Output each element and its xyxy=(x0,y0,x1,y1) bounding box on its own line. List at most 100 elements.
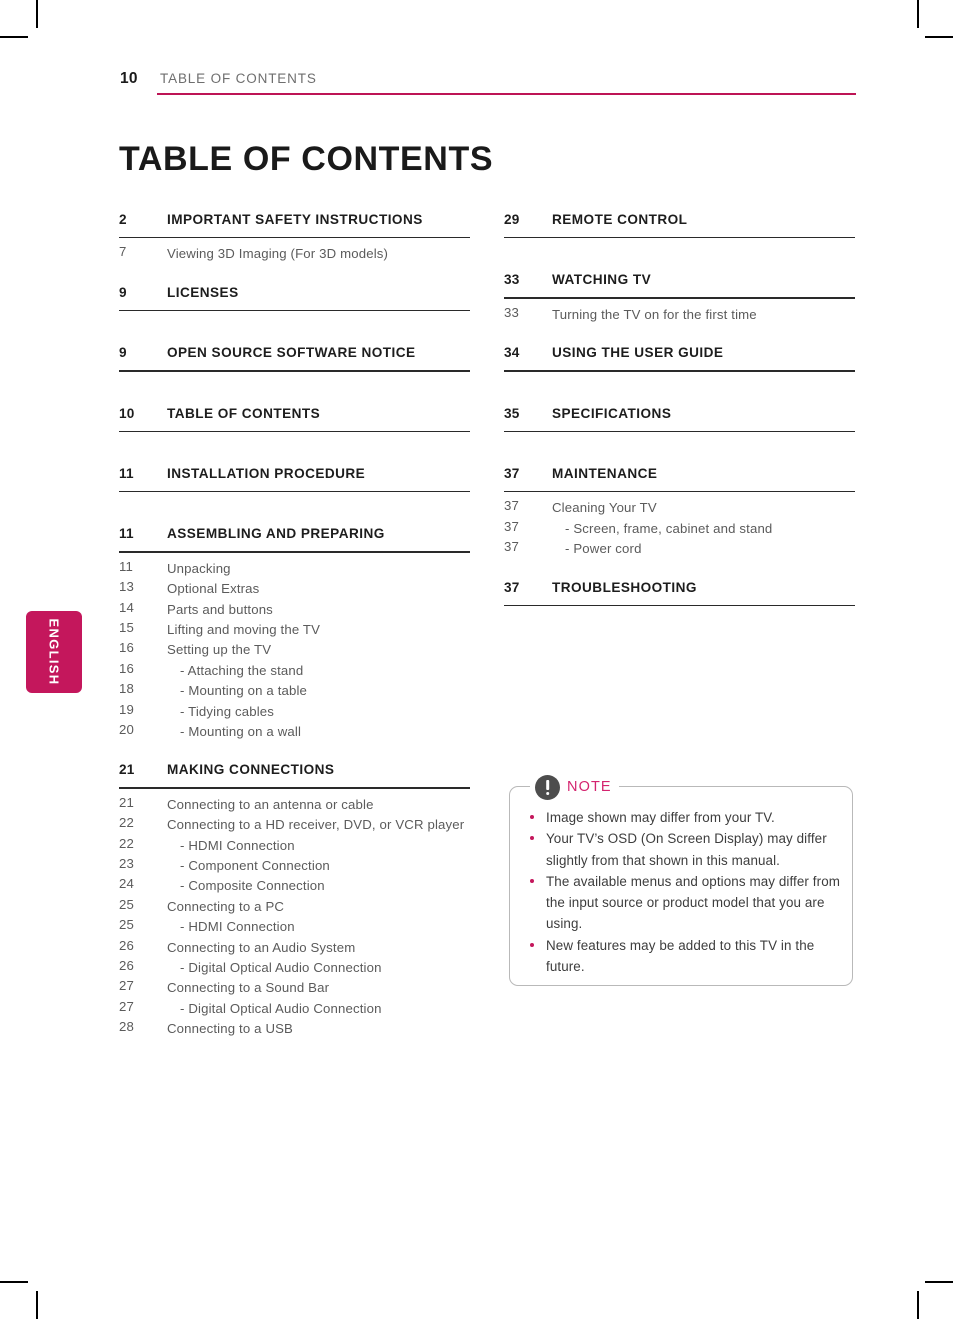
toc-section-heading[interactable]: 21 MAKING CONNECTIONS xyxy=(119,762,471,784)
toc-subitem-page: 22 xyxy=(119,835,135,851)
toc-subitem-label: - Power cord xyxy=(565,541,642,557)
bullet-icon xyxy=(530,815,535,820)
toc-section-label: INSTALLATION PROCEDURE xyxy=(167,465,366,481)
toc-section-page: 11 xyxy=(119,526,134,542)
toc-subitem[interactable]: 14 Parts and buttons xyxy=(119,600,471,620)
toc-column-right: 29 REMOTE CONTROL 33 WATCHING TV 33 Turning t… xyxy=(504,212,856,640)
page-number: 10 xyxy=(120,70,138,87)
toc-subitem[interactable]: 21 Connecting to an antenna or cable xyxy=(119,795,471,815)
note-header: NOTE xyxy=(530,772,619,802)
toc-subitem-label: - Digital Optical Audio Connection xyxy=(180,1000,382,1016)
toc-subitem[interactable]: 16 - Attaching the stand xyxy=(119,661,471,681)
toc-section: 11 INSTALLATION PROCEDURE xyxy=(119,466,471,526)
toc-subitem[interactable]: 11 Unpacking xyxy=(119,559,471,579)
toc-section-rule xyxy=(119,787,470,789)
toc-subitem-page: 15 xyxy=(119,619,135,635)
toc-section-heading[interactable]: 37 MAINTENANCE xyxy=(504,466,856,488)
toc-subitem-label: Connecting to an Audio System xyxy=(167,939,356,955)
toc-subitem-page: 24 xyxy=(119,876,135,892)
toc-subitem[interactable]: 16 Setting up the TV xyxy=(119,640,471,660)
toc-subitem[interactable]: 26 Connecting to an Audio System xyxy=(119,938,471,958)
toc-subitem[interactable]: 7 Viewing 3D Imaging (For 3D models) xyxy=(119,244,471,264)
toc-subitem-page: 37 xyxy=(504,518,520,534)
toc-subitem[interactable]: 37 - Screen, frame, cabinet and stand xyxy=(504,519,856,539)
toc-subitem[interactable]: 22 Connecting to a HD receiver, DVD, or V… xyxy=(119,815,471,835)
toc-section-heading[interactable]: 10 TABLE OF CONTENTS xyxy=(119,406,471,428)
note-item-text: The available menus and options may diff… xyxy=(546,873,840,932)
toc-subitem[interactable]: 27 - Digital Optical Audio Connection xyxy=(119,999,471,1019)
toc-section-heading[interactable]: 11 INSTALLATION PROCEDURE xyxy=(119,466,471,488)
toc-subitem-page: 16 xyxy=(119,660,135,676)
toc-subitem-label: - Digital Optical Audio Connection xyxy=(180,960,382,976)
toc-subitem[interactable]: 37 Cleaning Your TV xyxy=(504,498,856,518)
toc-subitem[interactable]: 25 Connecting to a PC xyxy=(119,897,471,917)
toc-section-rule xyxy=(504,297,855,299)
toc-subitem[interactable]: 33 Turning the TV on for the first time xyxy=(504,305,856,325)
toc-section-page: 34 xyxy=(504,345,520,361)
toc-section: 33 WATCHING TV 33 Turning the TV on for the… xyxy=(504,272,856,345)
toc-subitem[interactable]: 22 - HDMI Connection xyxy=(119,836,471,856)
toc-subitem[interactable]: 20 - Mounting on a wall xyxy=(119,722,471,742)
toc-section-heading[interactable]: 9 OPEN SOURCE SOFTWARE NOTICE xyxy=(119,345,471,367)
toc-section-heading[interactable]: 9 LICENSES xyxy=(119,285,471,307)
toc-subitem[interactable]: 23 - Component Connection xyxy=(119,856,471,876)
toc-subitem[interactable]: 18 - Mounting on a table xyxy=(119,681,471,701)
toc-subitem-label: Lifting and moving the TV xyxy=(167,621,321,637)
toc-section-heading[interactable]: 11 ASSEMBLING AND PREPARING xyxy=(119,526,471,548)
toc-subitem[interactable]: 25 - HDMI Connection xyxy=(119,917,471,937)
toc-subitem-page: 26 xyxy=(119,958,135,974)
crop-mark-top-right-horizontal xyxy=(925,36,953,38)
toc-subitem-page: 20 xyxy=(119,722,135,737)
toc-section-page: 21 xyxy=(119,762,135,778)
toc-section-heading[interactable]: 35 SPECIFICATIONS xyxy=(504,406,856,428)
toc-section-heading[interactable]: 37 TROUBLESHOOTING xyxy=(504,580,856,602)
toc-subitem[interactable]: 37 - Power cord xyxy=(504,539,856,559)
toc-section-page: 9 xyxy=(119,345,127,361)
toc-subitem[interactable]: 26 - Digital Optical Audio Connection xyxy=(119,958,471,978)
toc-section-page: 33 xyxy=(504,272,520,288)
toc-section-heading[interactable]: 33 WATCHING TV xyxy=(504,272,856,294)
toc-section-label: SPECIFICATIONS xyxy=(552,405,672,421)
toc-subitem-page: 19 xyxy=(119,701,135,717)
toc-subitem[interactable]: 13 Optional Extras xyxy=(119,579,471,599)
crop-mark-top-left-horizontal xyxy=(0,36,28,38)
toc-subitem-page: 21 xyxy=(119,794,135,810)
toc-subitem-page: 25 xyxy=(119,917,135,933)
toc-section-rule xyxy=(119,551,470,553)
note-item: Image shown may differ from your TV. xyxy=(528,807,840,828)
toc-section-heading[interactable]: 2 IMPORTANT SAFETY INSTRUCTIONS xyxy=(119,212,471,234)
toc-section: 29 REMOTE CONTROL xyxy=(504,212,856,272)
toc-subitem[interactable]: 24 - Composite Connection xyxy=(119,876,471,896)
toc-section-rule xyxy=(504,490,855,493)
toc-subitem[interactable]: 15 Lifting and moving the TV xyxy=(119,620,471,640)
toc-subitem[interactable]: 28 Connecting to a USB xyxy=(119,1019,471,1039)
note-item: New features may be added to this TV in … xyxy=(528,935,840,978)
toc-section-label: WATCHING TV xyxy=(552,272,652,288)
toc-section-heading[interactable]: 34 USING THE USER GUIDE xyxy=(504,345,856,367)
toc-section: 11 ASSEMBLING AND PREPARING 11 Unpacking 13 O… xyxy=(119,526,471,762)
toc-subitem[interactable]: 27 Connecting to a Sound Bar xyxy=(119,978,471,998)
toc-subitem-list: 21 Connecting to an antenna or cable 22 Con… xyxy=(119,795,471,1040)
toc-subitem-page: 25 xyxy=(119,896,135,912)
crop-mark-bottom-right-horizontal xyxy=(925,1281,953,1283)
toc-section-heading[interactable]: 29 REMOTE CONTROL xyxy=(504,212,856,234)
toc-subitem-label: - Mounting on a table xyxy=(180,683,308,699)
toc-subitem-label: - Composite Connection xyxy=(180,878,325,894)
toc-subitem-label: Optional Extras xyxy=(167,581,260,597)
toc-subitem-label: - Attaching the stand xyxy=(180,662,304,678)
toc-subitem-label: Turning the TV on for the first time xyxy=(552,306,757,322)
toc-section-label: MAINTENANCE xyxy=(552,465,658,481)
toc-section-page: 35 xyxy=(504,405,520,421)
toc-subitem[interactable]: 19 - Tidying cables xyxy=(119,702,471,722)
